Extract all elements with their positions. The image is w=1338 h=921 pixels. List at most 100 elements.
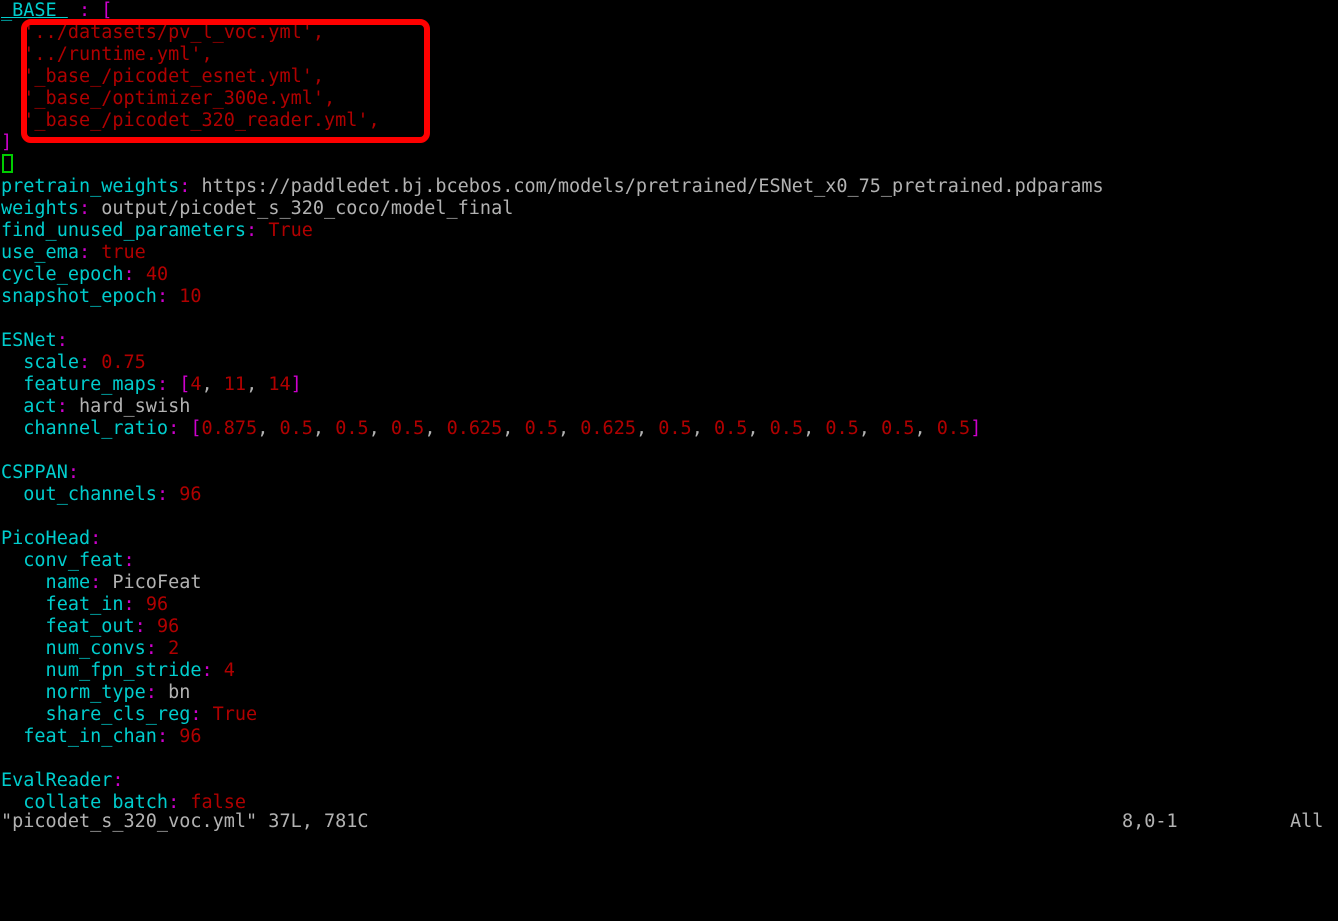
buffer-line: '../datasets/pv_l_voc.yml', bbox=[0, 22, 1338, 44]
code-token: 14 bbox=[268, 374, 291, 395]
code-token: 0.5 bbox=[881, 418, 915, 439]
code-token: CSPPAN bbox=[1, 462, 68, 483]
buffer-line bbox=[0, 506, 1338, 528]
code-token: 0.5 bbox=[769, 418, 804, 439]
code-token: 40 bbox=[145, 264, 169, 285]
code-token: : bbox=[156, 484, 169, 505]
buffer-line: '../runtime.yml', bbox=[0, 44, 1338, 66]
vim-status-line: "picodet_s_320_voc.yml" 37L, 781C 8,0-1 … bbox=[0, 811, 1338, 832]
code-token: PicoFeat bbox=[101, 572, 202, 593]
code-token: '_base_/picodet_esnet.yml', bbox=[1, 66, 325, 87]
code-token: [ bbox=[179, 374, 191, 395]
code-token: : bbox=[168, 418, 180, 439]
code-token: ESNet bbox=[1, 330, 57, 351]
code-token: feature_maps bbox=[1, 374, 157, 395]
status-cursor-position: 8,0-1 bbox=[1122, 811, 1178, 832]
buffer-line: conv_feat: bbox=[0, 550, 1338, 572]
code-token: pretrain_weights bbox=[1, 176, 180, 197]
code-token: : bbox=[156, 374, 169, 395]
code-token: : bbox=[246, 220, 258, 241]
code-token: , bbox=[691, 418, 714, 439]
buffer-line: channel_ratio: [0.875, 0.5, 0.5, 0.5, 0.… bbox=[0, 418, 1338, 440]
code-token: , bbox=[914, 418, 937, 439]
code-token: 96 bbox=[179, 484, 202, 505]
code-token: 0.5 bbox=[390, 418, 425, 439]
code-token: 0.5 bbox=[825, 418, 859, 439]
code-token: : bbox=[123, 264, 135, 285]
code-token: , bbox=[424, 418, 447, 439]
code-token: : bbox=[56, 396, 68, 417]
code-token: feat_in bbox=[1, 594, 124, 615]
code-token: True bbox=[212, 704, 258, 725]
code-token: 0.625 bbox=[580, 418, 636, 439]
code-token: use_ema bbox=[1, 242, 79, 263]
code-token: [ bbox=[101, 0, 113, 21]
buffer-line bbox=[0, 748, 1338, 770]
code-token: PicoHead bbox=[1, 528, 91, 549]
buffer-line: _BASE_ : [ bbox=[0, 0, 1338, 22]
code-token: : bbox=[123, 594, 135, 615]
code-token: https://paddledet.bj.bcebos.com/models/p… bbox=[190, 176, 1104, 197]
buffer-line: feature_maps: [4, 11, 14] bbox=[0, 374, 1338, 396]
code-token: true bbox=[101, 242, 146, 263]
code-token: num_fpn_stride bbox=[1, 660, 202, 681]
buffer-line: CSPPAN: bbox=[0, 462, 1338, 484]
code-token: '_base_/picodet_320_reader.yml', bbox=[1, 110, 380, 131]
terminal-window: _BASE_ : [ '../datasets/pv_l_voc.yml', '… bbox=[0, 0, 1338, 832]
code-token: , bbox=[803, 418, 826, 439]
code-token: : bbox=[56, 330, 68, 351]
status-scroll-percent: All bbox=[1290, 811, 1324, 832]
code-token: , bbox=[312, 418, 336, 439]
code-token: 0.875 bbox=[201, 418, 258, 439]
code-token: , bbox=[246, 374, 269, 395]
code-token: snapshot_epoch bbox=[1, 286, 157, 307]
buffer-line: num_fpn_stride: 4 bbox=[0, 660, 1338, 682]
code-token: 0.5 bbox=[279, 418, 313, 439]
vim-text-buffer[interactable]: _BASE_ : [ '../datasets/pv_l_voc.yml', '… bbox=[0, 0, 1338, 814]
code-token: 0.625 bbox=[446, 418, 503, 439]
code-token: feat_in_chan bbox=[1, 726, 157, 747]
buffer-line: use_ema: true bbox=[0, 242, 1338, 264]
code-token: scale bbox=[1, 352, 79, 373]
buffer-line bbox=[0, 440, 1338, 462]
code-token: [ bbox=[190, 418, 202, 439]
code-token: : bbox=[156, 726, 169, 747]
code-token: : bbox=[112, 770, 124, 791]
buffer-line: EvalReader: bbox=[0, 770, 1338, 792]
code-token: True bbox=[268, 220, 313, 241]
code-token: : bbox=[78, 242, 91, 263]
code-token: 4 bbox=[190, 374, 202, 395]
code-token: 0.5 bbox=[658, 418, 692, 439]
code-token: : bbox=[201, 660, 213, 681]
buffer-line: snapshot_epoch: 10 bbox=[0, 286, 1338, 308]
code-token: , bbox=[747, 418, 770, 439]
code-token: 0.5 bbox=[335, 418, 369, 439]
code-token: , bbox=[201, 374, 224, 395]
code-token: feat_out bbox=[1, 616, 135, 637]
buffer-line: act: hard_swish bbox=[0, 396, 1338, 418]
buffer-line: scale: 0.75 bbox=[0, 352, 1338, 374]
code-token: , bbox=[558, 418, 581, 439]
code-token: 96 bbox=[145, 594, 169, 615]
code-token: ] bbox=[290, 374, 302, 395]
code-token: : bbox=[67, 0, 102, 21]
code-token: output/picodet_s_320_coco/model_final bbox=[90, 198, 514, 219]
buffer-line: share_cls_reg: True bbox=[0, 704, 1338, 726]
code-token: , bbox=[502, 418, 525, 439]
buffer-line: find_unused_parameters: True bbox=[0, 220, 1338, 242]
buffer-line: pretrain_weights: https://paddledet.bj.b… bbox=[0, 176, 1338, 198]
code-token: name bbox=[1, 572, 91, 593]
code-token: EvalReader bbox=[1, 770, 113, 791]
code-token: : bbox=[67, 462, 79, 483]
